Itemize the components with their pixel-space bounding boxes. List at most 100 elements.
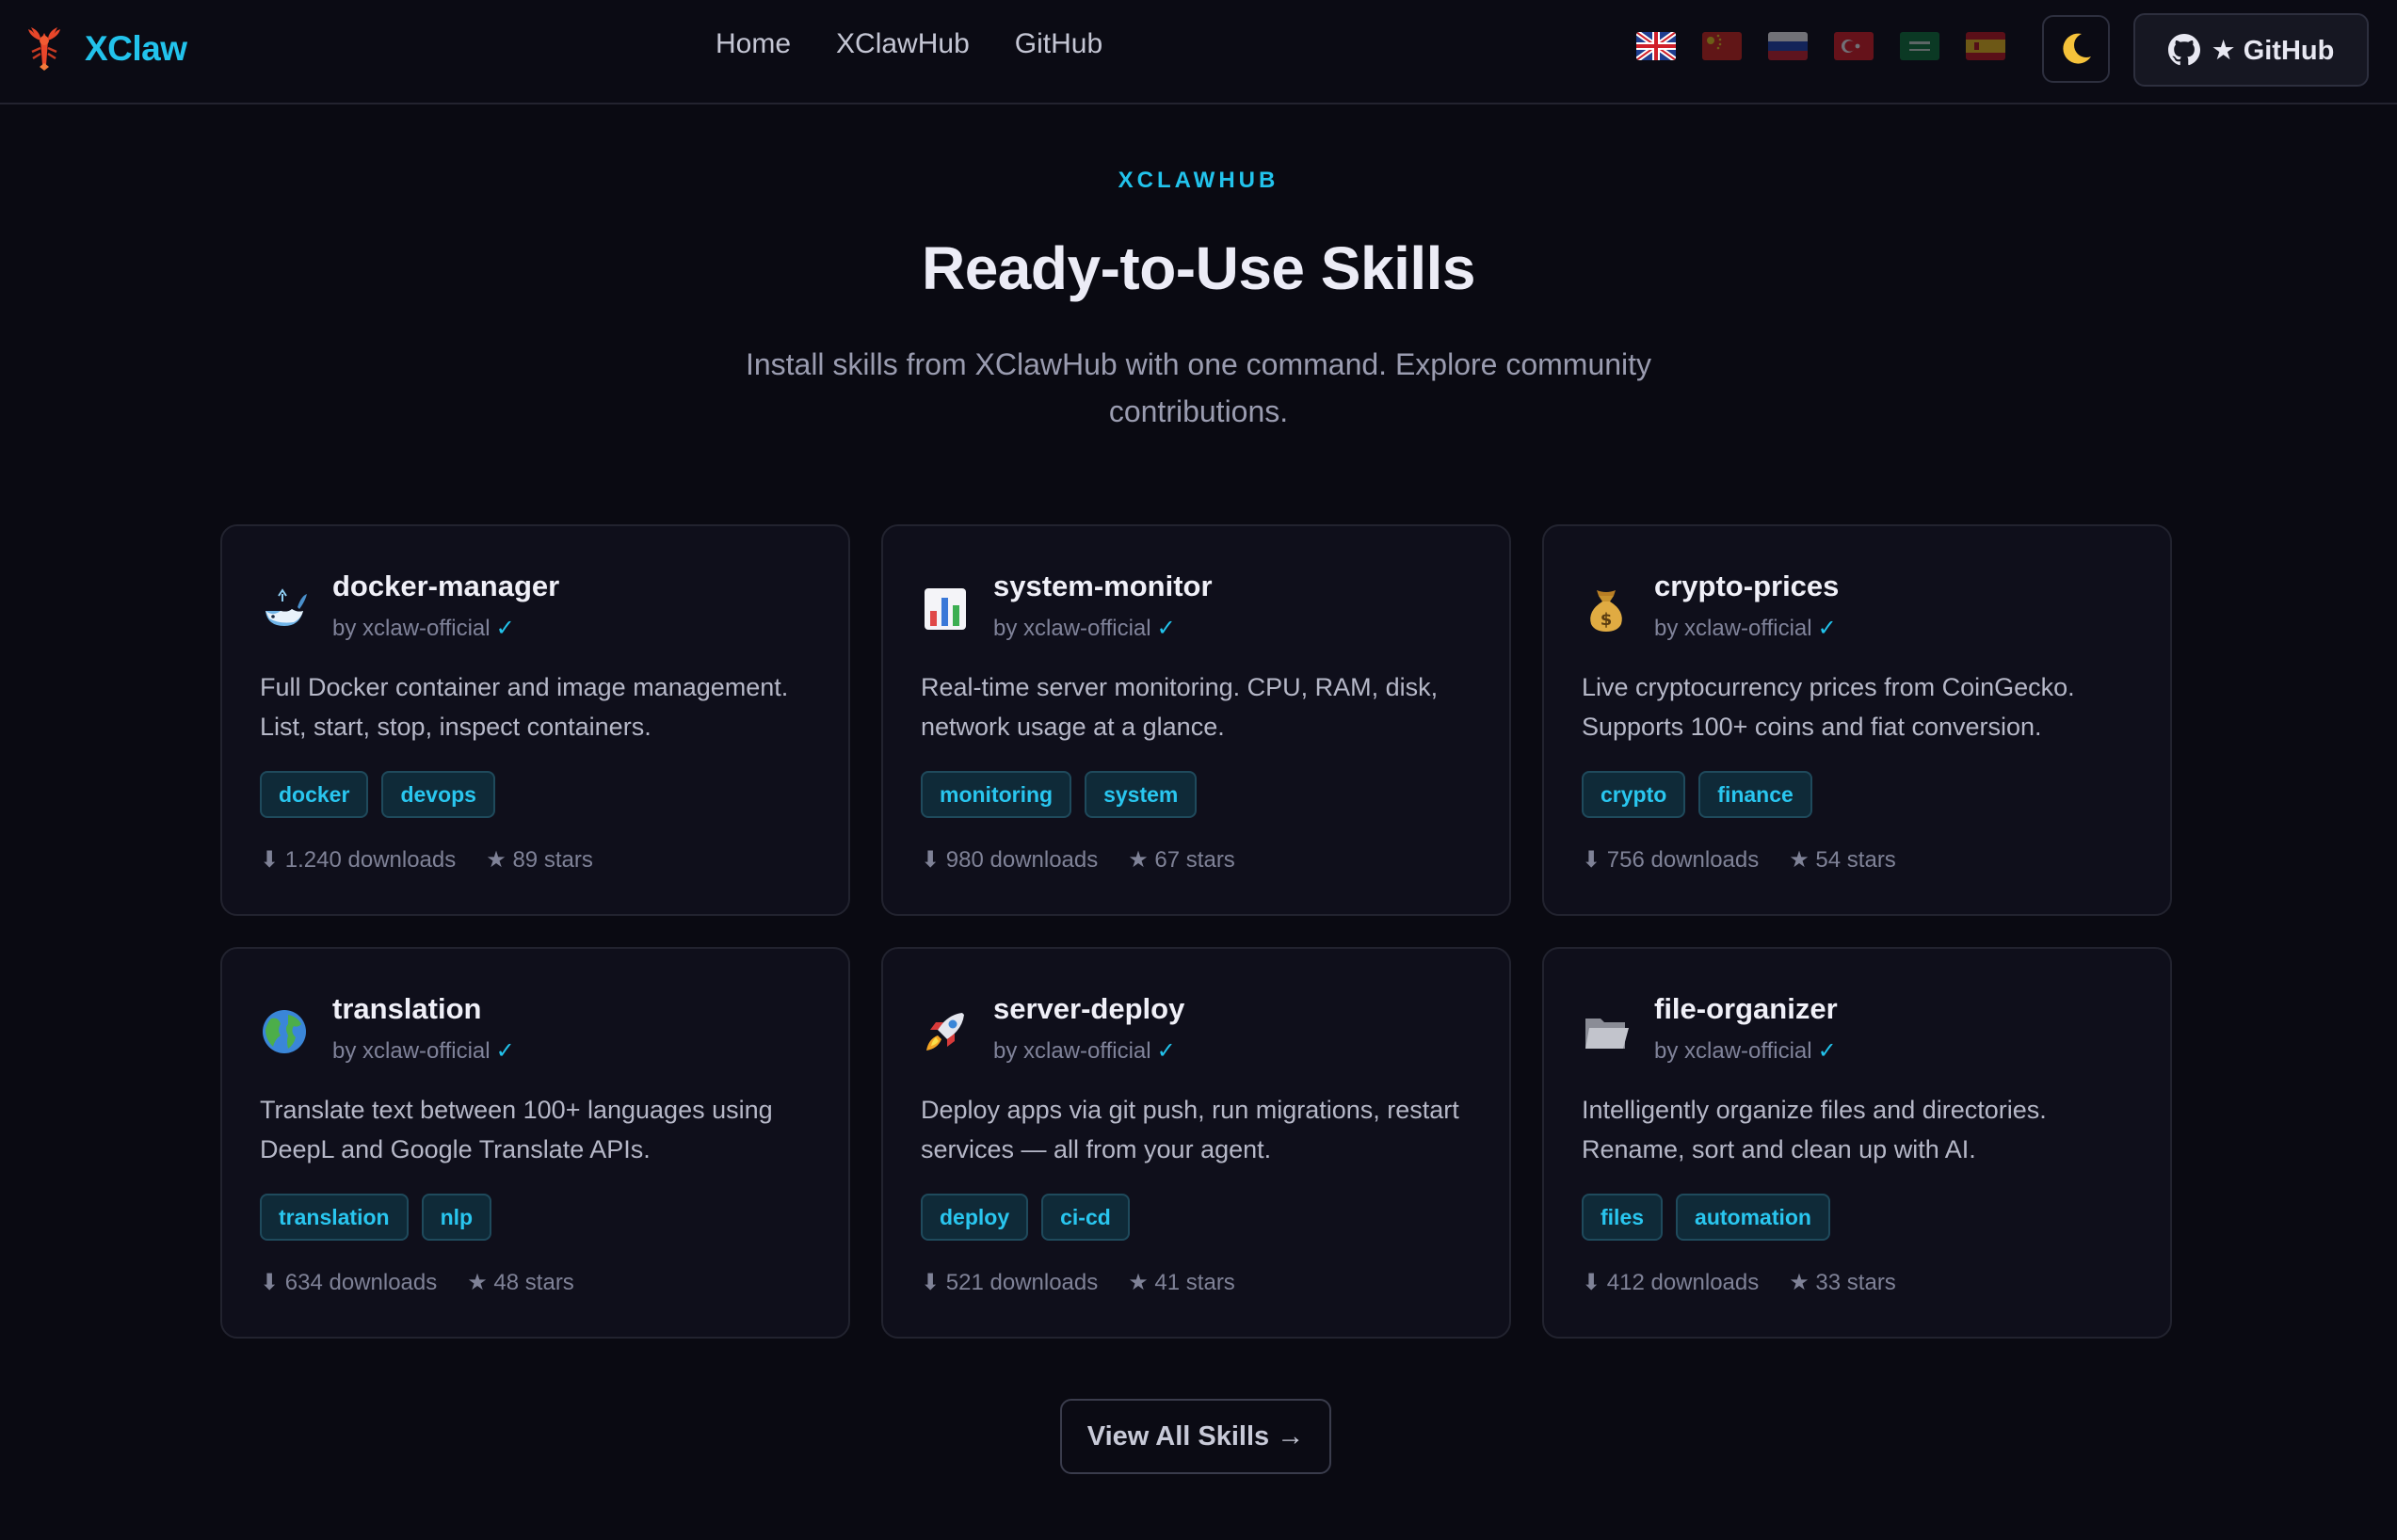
skill-name[interactable]: server-deploy (993, 992, 1184, 1026)
github-icon (2167, 34, 2200, 66)
skill-card-translation[interactable]: translation by xclaw-official ✓ Translate… (220, 947, 850, 1339)
nav-link-xclawhub[interactable]: XClawHub (836, 28, 970, 60)
flag-spain-icon[interactable] (1966, 32, 2005, 60)
skill-stats: ⬇ 634 downloads ★ 48 stars (260, 1269, 574, 1296)
verified-check-icon: ✓ (1156, 1038, 1176, 1064)
flag-china-icon[interactable] (1702, 32, 1742, 60)
tag-monitoring[interactable]: monitoring (921, 771, 1072, 818)
lobster-logo-icon (28, 27, 60, 71)
skill-card-file-organizer[interactable]: file-organizer by xclaw-official ✓ Intell… (1542, 947, 2172, 1339)
tag-crypto[interactable]: crypto (1582, 771, 1686, 818)
author-text: by xclaw-official (993, 616, 1151, 641)
skill-stats: ⬇ 980 downloads ★ 67 stars (921, 846, 1235, 874)
skill-card-docker-manager[interactable]: docker-manager by xclaw-official ✓ Full D… (220, 524, 850, 916)
skill-stats: ⬇ 1.240 downloads ★ 89 stars (260, 846, 593, 874)
view-all-skills-button[interactable]: View All Skills → (1060, 1399, 1331, 1474)
rocket-icon (921, 1007, 970, 1056)
main-nav: Home XClawHub GitHub (716, 28, 1102, 60)
stars-count: ★ 67 stars (1128, 847, 1235, 873)
skill-author: by xclaw-official ✓ (1654, 1037, 1837, 1065)
skill-name[interactable]: file-organizer (1654, 992, 1838, 1026)
tag-nlp[interactable]: nlp (421, 1194, 492, 1241)
skill-name[interactable]: docker-manager (332, 569, 559, 603)
tag-docker[interactable]: docker (260, 771, 369, 818)
brand-name: XClaw (85, 29, 187, 68)
downloads-count: ⬇ 634 downloads (260, 1270, 438, 1295)
skill-author: by xclaw-official ✓ (332, 615, 515, 642)
skill-tags: docker devops (260, 771, 495, 818)
author-text: by xclaw-official (332, 1038, 491, 1064)
author-text: by xclaw-official (332, 616, 491, 641)
downloads-count: ⬇ 756 downloads (1582, 847, 1760, 873)
brand[interactable]: XClaw (24, 24, 187, 73)
skill-author: by xclaw-official ✓ (993, 1037, 1176, 1065)
tag-deploy[interactable]: deploy (921, 1194, 1029, 1241)
author-text: by xclaw-official (993, 1038, 1151, 1064)
skill-name[interactable]: system-monitor (993, 569, 1213, 603)
skill-author: by xclaw-official ✓ (332, 1037, 515, 1065)
theme-toggle-button[interactable] (2042, 15, 2110, 83)
svg-text:$: $ (1601, 610, 1613, 630)
section-eyebrow: XCLAWHUB (1118, 168, 1279, 193)
section-subtitle: Install skills from XClawHub with one co… (745, 347, 1652, 428)
navbar: XClaw Home XClawHub GitHub ★ GitHub (0, 0, 2397, 104)
nav-link-github[interactable]: GitHub (1015, 28, 1102, 60)
tag-finance[interactable]: finance (1698, 771, 1812, 818)
flag-uk-icon[interactable] (1636, 32, 1676, 60)
skill-description: Translate text between 100+ languages us… (260, 1096, 773, 1163)
folder-icon (1582, 1007, 1631, 1056)
verified-check-icon: ✓ (495, 616, 515, 641)
stars-count: ★ 89 stars (486, 847, 593, 873)
tag-system[interactable]: system (1085, 771, 1198, 818)
tag-files[interactable]: files (1582, 1194, 1664, 1241)
language-switcher (1636, 32, 2005, 60)
skill-stats: ⬇ 756 downloads ★ 54 stars (1582, 846, 1896, 874)
skill-stats: ⬇ 521 downloads ★ 41 stars (921, 1269, 1235, 1296)
skill-description: Real-time server monitoring. CPU, RAM, d… (921, 673, 1439, 741)
skill-card-crypto-prices[interactable]: $ crypto-prices by xclaw-official ✓ Live … (1542, 524, 2172, 916)
verified-check-icon: ✓ (1156, 616, 1176, 641)
github-star-label: ★ GitHub (2211, 35, 2335, 66)
downloads-count: ⬇ 1.240 downloads (260, 847, 457, 873)
page-title: Ready-to-Use Skills (921, 234, 1476, 302)
stars-count: ★ 48 stars (467, 1270, 574, 1295)
github-star-button[interactable]: ★ GitHub (2133, 13, 2369, 87)
skill-author: by xclaw-official ✓ (1654, 615, 1837, 642)
flag-turkey-icon[interactable] (1834, 32, 1874, 60)
skill-description: Live cryptocurrency prices from CoinGeck… (1582, 673, 2075, 741)
globe-icon (260, 1007, 309, 1056)
tag-devops[interactable]: devops (381, 771, 495, 818)
skill-description: Intelligently organize files and directo… (1582, 1096, 2047, 1163)
bar-chart-icon (921, 585, 970, 634)
skill-tags: crypto finance (1582, 771, 1812, 818)
author-text: by xclaw-official (1654, 616, 1812, 641)
nav-link-home[interactable]: Home (716, 28, 791, 60)
flag-saudi-icon[interactable] (1900, 32, 1939, 60)
skill-tags: files automation (1582, 1194, 1830, 1241)
moon-icon (2063, 33, 2091, 64)
whale-icon (260, 585, 309, 634)
skill-name[interactable]: crypto-prices (1654, 569, 1839, 603)
skill-tags: monitoring system (921, 771, 1198, 818)
tag-ci-cd[interactable]: ci-cd (1041, 1194, 1130, 1241)
skill-name[interactable]: translation (332, 992, 481, 1026)
stars-count: ★ 33 stars (1789, 1270, 1896, 1295)
skill-stats: ⬇ 412 downloads ★ 33 stars (1582, 1269, 1896, 1296)
skill-author: by xclaw-official ✓ (993, 615, 1176, 642)
skill-card-system-monitor[interactable]: system-monitor by xclaw-official ✓ Real-t… (881, 524, 1511, 916)
verified-check-icon: ✓ (1817, 1038, 1837, 1064)
flag-russia-icon[interactable] (1768, 32, 1808, 60)
skill-description: Deploy apps via git push, run migrations… (921, 1096, 1459, 1163)
skill-description: Full Docker container and image manageme… (260, 673, 789, 741)
tag-automation[interactable]: automation (1676, 1194, 1830, 1241)
downloads-count: ⬇ 980 downloads (921, 847, 1099, 873)
author-text: by xclaw-official (1654, 1038, 1812, 1064)
money-bag-icon: $ (1582, 585, 1631, 634)
downloads-count: ⬇ 521 downloads (921, 1270, 1099, 1295)
skill-tags: deploy ci-cd (921, 1194, 1130, 1241)
tag-translation[interactable]: translation (260, 1194, 409, 1241)
stars-count: ★ 54 stars (1789, 847, 1896, 873)
stars-count: ★ 41 stars (1128, 1270, 1235, 1295)
skill-card-server-deploy[interactable]: server-deploy by xclaw-official ✓ Deploy … (881, 947, 1511, 1339)
verified-check-icon: ✓ (495, 1038, 515, 1064)
